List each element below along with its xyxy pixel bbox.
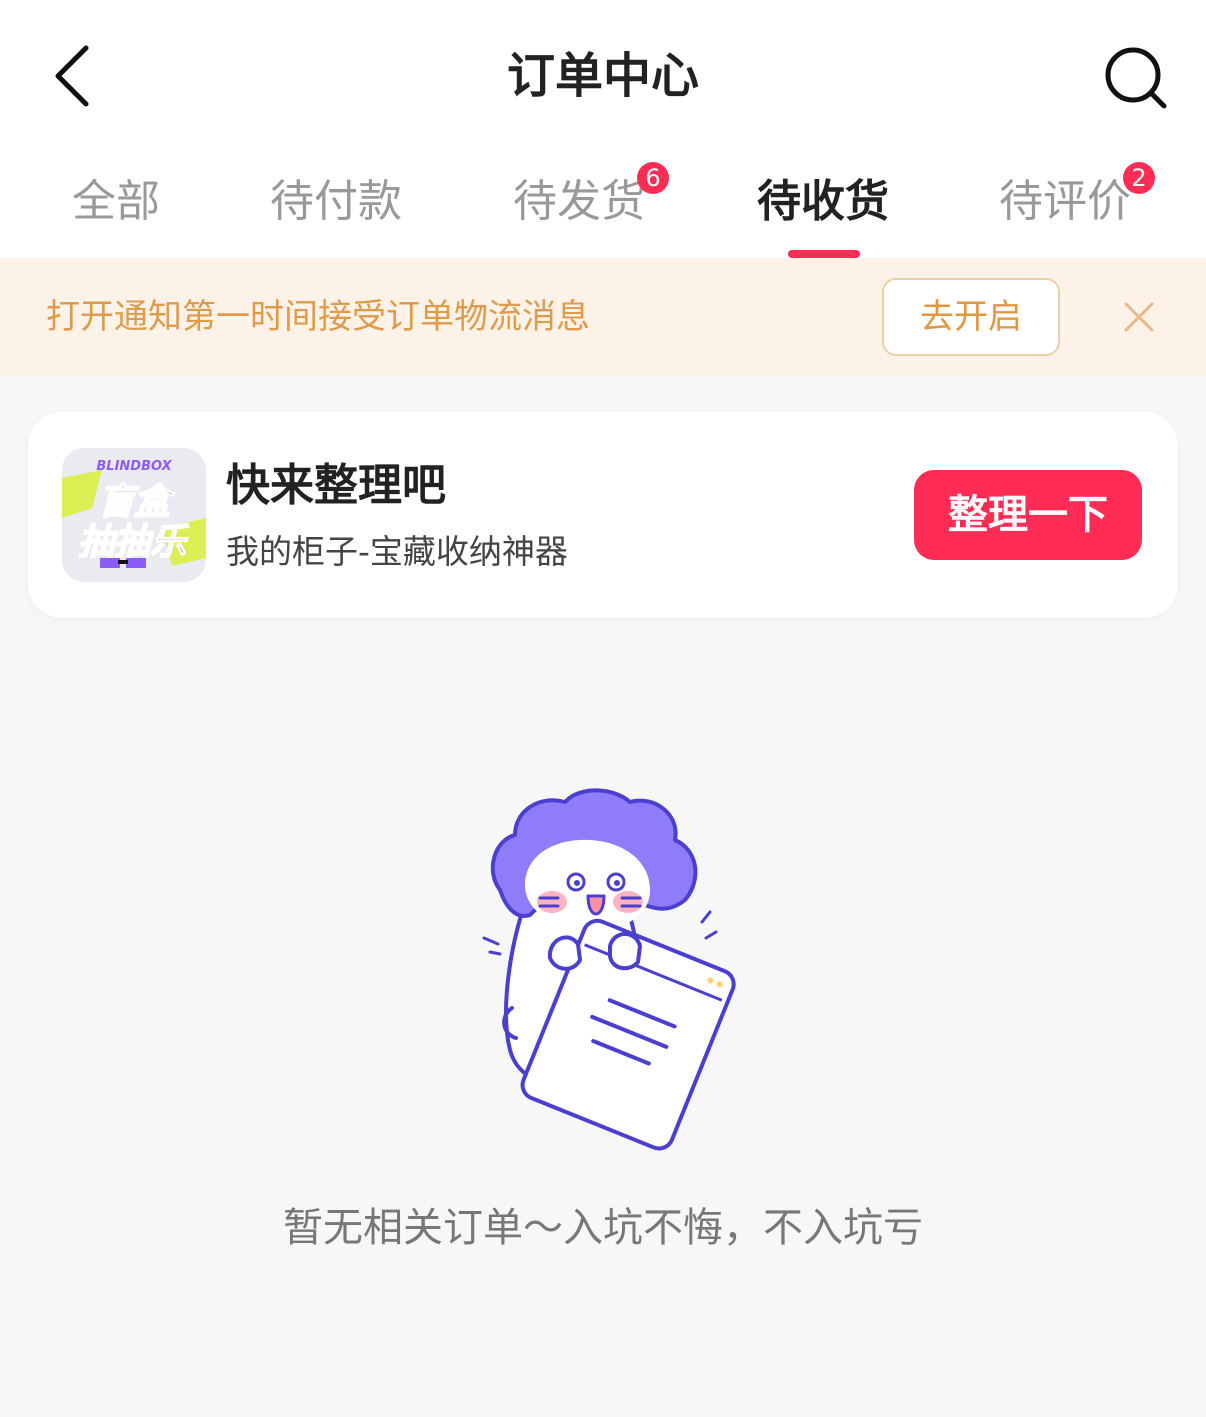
search-icon bbox=[1105, 47, 1167, 109]
icon-text-line2: 抽抽乐 bbox=[78, 522, 190, 563]
notification-banner: 打开通知第一时间接受订单物流消息 去开启 bbox=[0, 258, 1206, 376]
icon-text-line1: 盲盒 bbox=[98, 482, 176, 523]
tab-pending-receipt[interactable]: 待收货 bbox=[757, 172, 889, 232]
tab-pending-payment[interactable]: 待付款 bbox=[270, 172, 402, 232]
close-banner-button[interactable] bbox=[1116, 294, 1162, 340]
close-icon bbox=[1124, 302, 1154, 332]
order-tabs: 全部 待付款 待发货 6 待收货 待评价 2 bbox=[0, 160, 1206, 258]
icon-brand-text: BLINDBOX bbox=[96, 459, 172, 474]
tab-label: 全部 bbox=[72, 176, 160, 227]
tab-label: 待评价 bbox=[999, 176, 1131, 227]
tab-label: 待发货 bbox=[513, 176, 645, 227]
tab-label: 待收货 bbox=[757, 176, 889, 227]
active-tab-indicator bbox=[788, 250, 860, 258]
promo-title: 快来整理吧 bbox=[226, 460, 446, 511]
empty-state-mascot-illustration bbox=[470, 780, 740, 1160]
promo-card: BLINDBOX 盲盒 抽抽乐 快来整理吧 我的柜子-宝藏收纳神器 整理一下 bbox=[28, 412, 1178, 618]
tab-pending-shipment[interactable]: 待发货 6 bbox=[513, 162, 669, 232]
page-title: 订单中心 bbox=[506, 48, 699, 104]
header: 订单中心 全部 待付款 待发货 6 待收货 待评价 2 bbox=[0, 0, 1206, 258]
count-badge: 6 bbox=[637, 162, 669, 194]
promo-subtitle: 我的柜子-宝藏收纳神器 bbox=[226, 532, 568, 571]
tab-all[interactable]: 全部 bbox=[72, 172, 160, 232]
empty-state-message: 暂无相关订单～入坑不悔，不入坑亏 bbox=[283, 1205, 923, 1251]
organize-button[interactable]: 整理一下 bbox=[914, 470, 1142, 560]
tab-label: 待付款 bbox=[270, 176, 402, 227]
blindbox-app-icon[interactable]: BLINDBOX 盲盒 抽抽乐 bbox=[62, 448, 206, 582]
notice-text: 打开通知第一时间接受订单物流消息 bbox=[46, 297, 590, 337]
tab-pending-review[interactable]: 待评价 2 bbox=[999, 162, 1155, 232]
enable-notification-button[interactable]: 去开启 bbox=[882, 278, 1060, 356]
count-badge: 2 bbox=[1123, 162, 1155, 194]
search-button[interactable] bbox=[1096, 38, 1176, 118]
order-center-page: 订单中心 全部 待付款 待发货 6 待收货 待评价 2 打开通知第一时间接受订单… bbox=[0, 0, 1206, 1417]
